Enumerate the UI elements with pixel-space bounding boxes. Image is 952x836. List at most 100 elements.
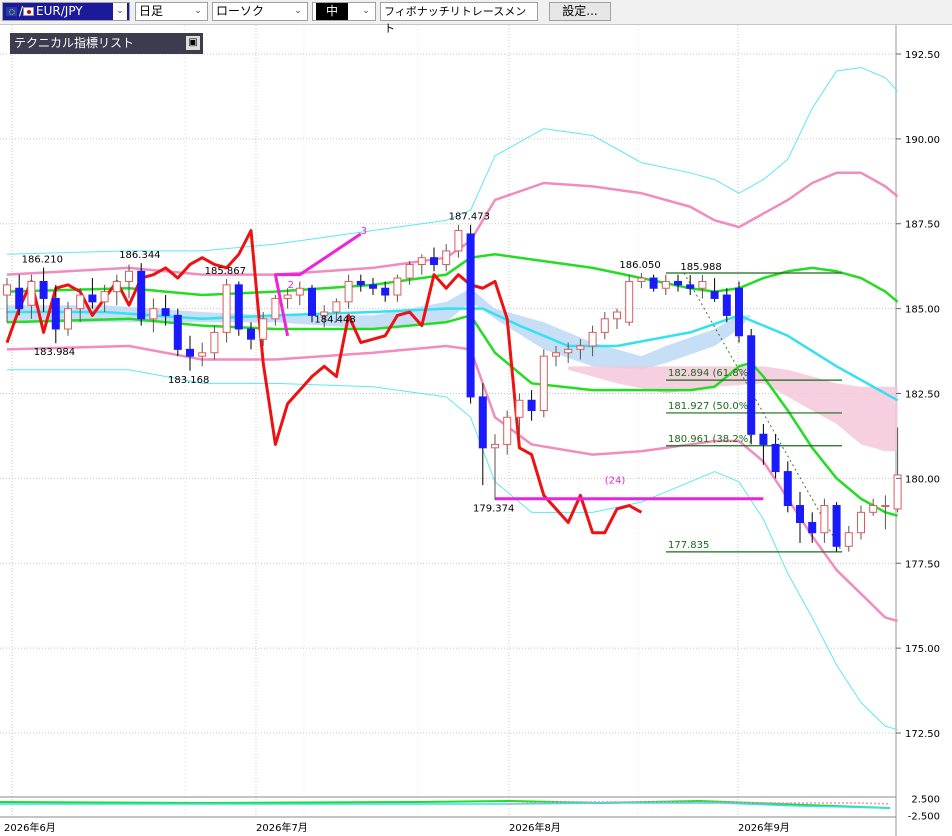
candle-up [222,284,231,333]
candle-down [527,399,536,411]
fib-label: 182.894 (61.8%) [668,368,752,379]
candle-down [747,335,756,435]
candle-up [661,280,670,289]
candle-up [600,318,609,333]
candle-down [832,505,841,547]
chevron-down-icon: ⌄ [113,3,127,20]
price-label: 186.050 [619,260,660,271]
indicator-list-panel[interactable]: テクニカル指標リスト ▣ [10,33,203,54]
candle-up [295,287,304,296]
price-label: 183.984 [34,347,75,358]
candle-up [283,294,292,299]
candle-up [844,532,853,547]
eu-flag-icon [6,7,17,16]
candle-up [491,443,499,449]
candle-up [588,331,597,347]
candle-up [112,280,121,293]
y-tick-label: 177.50 [905,559,940,570]
candle-up [210,331,219,354]
y-tick-label: 175.00 [905,644,940,655]
candle-up [332,301,341,313]
y-tick-label: 185.00 [905,305,940,316]
x-tick-label: 2026年6月 [4,821,56,834]
line-width-label: 中 [316,3,349,20]
annotation-label: 3 [361,226,367,237]
candle-down [356,280,365,286]
chevron-down-icon: ⌄ [294,6,302,16]
y-tick-label: 190.00 [905,135,940,146]
candle-up [576,345,585,350]
x-tick-label: 2026年9月 [738,821,790,834]
candle-up [259,318,268,340]
y-tick-label: 187.50 [905,220,940,231]
minimize-icon[interactable]: ▣ [186,36,200,50]
drawing-tool-field[interactable]: フィボナッチリトレースメント [380,2,538,35]
candle-up [564,348,573,354]
candle-down [15,287,24,310]
price-label: 185.867 [205,266,246,277]
candle-up [405,263,414,279]
chart-type-select[interactable]: ローソク ⌄ [212,2,308,21]
candle-up [198,352,207,357]
chevron-down-icon: ⌄ [362,6,370,16]
candle-down [381,287,390,296]
candle-down [735,287,743,337]
candle-up [454,230,463,252]
series-line [6,344,898,623]
candle-up [869,505,878,513]
y-tick-label: 172.50 [905,729,940,740]
candle-down [674,280,682,286]
candle-down [722,294,731,316]
settings-button[interactable]: 設定... [549,2,611,21]
fib-label: 181.927 (50.0%) [668,401,752,412]
candle-down [430,257,438,265]
candle-up [417,257,426,265]
price-chart[interactable]: 182.894 (61.8%) 181.927 (50.0%) 180.961 (3… [0,25,952,836]
candle-up [3,284,11,296]
candle-up [64,308,72,330]
candle-down [710,291,719,299]
candle-up [552,352,560,357]
candle-up [881,505,890,508]
candle-up [271,297,280,320]
series-line [6,314,898,517]
candle-down [173,314,182,350]
pair-select[interactable]: / EUR/JPY ⌄ [2,2,130,21]
x-tick-label: 2026年7月 [256,821,308,834]
candle-down [137,270,146,320]
candle-up [698,280,707,289]
candle-up [100,291,109,303]
candle-down [247,328,255,340]
sub-line [0,802,891,809]
candle-down [649,277,658,289]
candle-up [125,270,133,282]
price-label: 187.473 [449,212,490,223]
japan-flag-icon [23,7,35,16]
series-line [6,67,898,255]
toolbar: / EUR/JPY ⌄ 日足 ⌄ ローソク ⌄ 中 ⌄ フィボナッチリトレースメン… [0,0,952,35]
timeframe-select[interactable]: 日足 ⌄ [135,2,208,21]
candle-up [515,399,524,418]
candle-up [393,277,402,296]
candle-up [625,280,634,323]
candle-down [51,297,60,330]
y-tick-label: 192.50 [905,50,940,61]
grid [0,25,897,836]
candle-up [27,280,36,306]
candle-down [39,280,48,299]
candle-up [76,294,85,310]
candle-up [613,311,621,320]
indicator-list-title: テクニカル指標リスト [14,36,135,50]
candle-down [783,471,792,507]
candle-down [88,294,97,303]
price-label: 186.344 [119,250,160,261]
candles [3,224,902,552]
annotation-label: (24) [605,475,626,486]
candle-down [186,348,194,357]
chevron-down-icon: ⌄ [194,6,202,16]
line-width-select[interactable]: 中 ⌄ [312,2,376,21]
x-axis: 2026年6月 2026年7月 2026年8月 2026年9月 [4,821,790,834]
candle-down [771,443,780,473]
x-tick-label: 2026年8月 [509,821,561,834]
candle-down [466,233,475,398]
